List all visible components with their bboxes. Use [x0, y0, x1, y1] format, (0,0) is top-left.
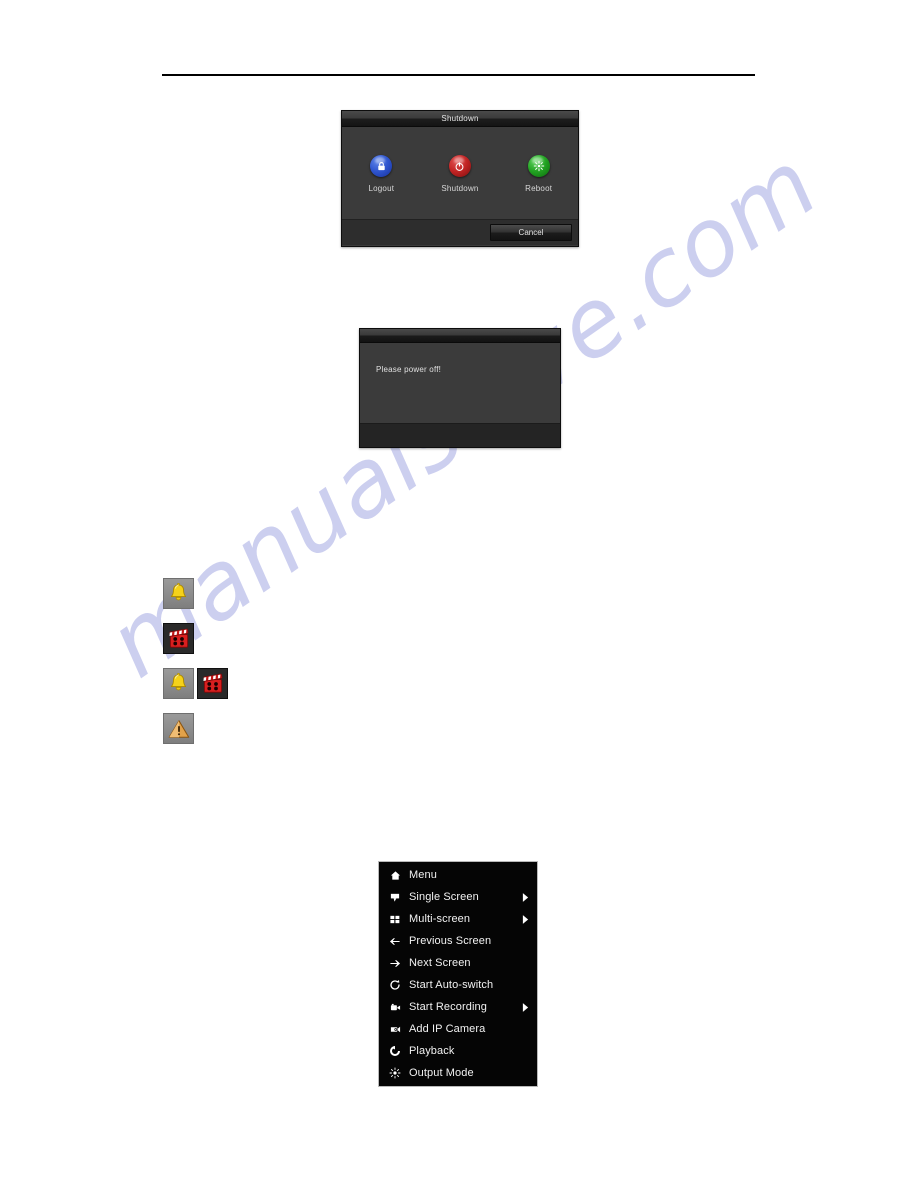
power-off-dialog-footer	[360, 423, 560, 447]
shutdown-dialog-body: Logout Shutdown Reboot	[342, 127, 578, 219]
reboot-option[interactable]: Reboot	[506, 155, 572, 193]
power-off-dialog-body: Please power off!	[360, 343, 560, 423]
chevron-right-icon	[517, 892, 533, 902]
ip-camera-icon	[385, 1024, 405, 1035]
shutdown-label: Shutdown	[441, 184, 479, 193]
menu-item-label: Add IP Camera	[409, 1023, 486, 1035]
manual-page: manualshive.com Shutdown Logout	[0, 0, 918, 1188]
power-orb-icon	[448, 155, 471, 177]
power-off-dialog: Please power off!	[359, 328, 561, 448]
menu-item-label: Start Auto-switch	[409, 979, 494, 991]
menu-item-start-auto-switch[interactable]: Start Auto-switch	[379, 974, 537, 996]
menu-item-single-screen[interactable]: Single Screen	[379, 886, 537, 908]
menu-item-playback[interactable]: Playback	[379, 1040, 537, 1062]
shutdown-option[interactable]: Shutdown	[427, 155, 493, 193]
header-divider	[162, 74, 755, 76]
logout-label: Logout	[368, 184, 395, 193]
menu-item-label: Multi-screen	[409, 913, 471, 925]
reboot-label: Reboot	[525, 184, 553, 193]
menu-item-start-recording[interactable]: Start Recording	[379, 996, 537, 1018]
arrow-left-icon	[385, 936, 405, 947]
chevron-right-icon	[517, 914, 533, 924]
shutdown-dialog-titlebar: Shutdown	[342, 111, 578, 127]
record-camera-icon	[385, 1002, 405, 1013]
menu-item-label: Start Recording	[409, 1001, 487, 1013]
power-off-message: Please power off!	[376, 365, 442, 374]
auto-switch-icon	[385, 979, 405, 991]
reboot-orb-icon	[527, 155, 550, 177]
menu-item-label: Menu	[409, 869, 437, 881]
menu-item-next-screen[interactable]: Next Screen	[379, 952, 537, 974]
menu-item-menu[interactable]: Menu	[379, 864, 537, 886]
recording-icon	[163, 623, 194, 654]
status-icon-row	[163, 668, 228, 699]
menu-item-label: Playback	[409, 1045, 455, 1057]
logout-option[interactable]: Logout	[348, 155, 414, 193]
status-icon-list	[163, 578, 228, 758]
arrow-right-icon	[385, 958, 405, 969]
menu-item-output-mode[interactable]: Output Mode	[379, 1062, 537, 1084]
context-menu: Menu Single Screen Multi-screen Previous…	[378, 861, 538, 1087]
playback-icon	[385, 1045, 405, 1057]
chevron-right-icon	[517, 1002, 533, 1012]
menu-item-add-ip-camera[interactable]: Add IP Camera	[379, 1018, 537, 1040]
alarm-bell-icon	[163, 668, 194, 699]
output-mode-icon	[385, 1067, 405, 1079]
home-icon	[385, 870, 405, 881]
status-icon-row	[163, 713, 228, 744]
exception-warning-icon	[163, 713, 194, 744]
shutdown-dialog-title: Shutdown	[441, 114, 479, 123]
status-icon-row	[163, 578, 228, 609]
shutdown-dialog: Shutdown Logout Shutdown Reboot Cancel	[341, 110, 579, 247]
alarm-bell-icon	[163, 578, 194, 609]
menu-item-label: Output Mode	[409, 1067, 474, 1079]
lock-orb-icon	[370, 155, 393, 177]
multi-screen-icon	[385, 914, 405, 925]
power-off-dialog-titlebar	[360, 329, 560, 343]
shutdown-dialog-footer: Cancel	[342, 219, 578, 245]
menu-item-multi-screen[interactable]: Multi-screen	[379, 908, 537, 930]
menu-item-label: Previous Screen	[409, 935, 492, 947]
recording-icon	[197, 668, 228, 699]
status-icon-row	[163, 623, 228, 654]
cancel-button[interactable]: Cancel	[490, 224, 572, 241]
single-screen-icon	[385, 892, 405, 903]
menu-item-previous-screen[interactable]: Previous Screen	[379, 930, 537, 952]
menu-item-label: Single Screen	[409, 891, 479, 903]
menu-item-label: Next Screen	[409, 957, 471, 969]
